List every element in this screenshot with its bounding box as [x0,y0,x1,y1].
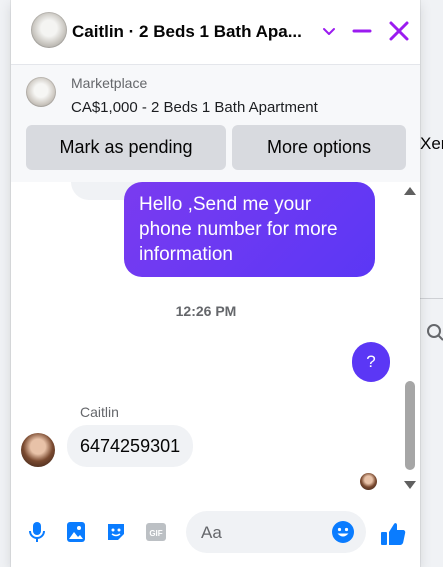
minimize-icon[interactable] [351,20,373,42]
emoji-icon[interactable] [331,520,355,544]
chat-header: Caitlin · 2 Beds 1 Bath Apa... [11,0,420,64]
outgoing-message[interactable]: Hello ,Send me your phone number for mor… [124,182,375,277]
sender-name: Caitlin [80,404,119,420]
message-input-placeholder: Aa [201,523,222,542]
sender-avatar[interactable] [21,433,55,467]
background-divider [420,298,443,299]
thumbs-up-icon[interactable] [379,520,407,548]
listing-avatar[interactable] [31,12,67,48]
marketplace-label: Marketplace [71,75,148,91]
seen-indicator-avatar [360,473,377,490]
search-icon [426,322,443,342]
photo-icon[interactable] [64,520,88,544]
microphone-icon[interactable] [25,520,49,544]
gif-icon[interactable]: GIF [144,520,168,544]
background-partial-text: Xen [420,134,443,153]
message-input[interactable]: Aa [186,511,366,553]
chevron-down-icon[interactable] [318,20,340,42]
gif-label: GIF [149,529,162,538]
message-composer: GIF Aa [11,498,420,567]
message-thread: Hello ,Send me your phone number for mor… [11,182,420,498]
incoming-message[interactable]: 6474259301 [67,425,194,467]
outgoing-message-short[interactable]: ? [352,342,390,382]
message-timestamp: 12:26 PM [175,303,237,319]
chat-window: Caitlin · 2 Beds 1 Bath Apa... Marketpla… [11,0,420,567]
scroll-up-arrow-icon[interactable] [404,187,416,195]
more-options-button[interactable]: More options [232,125,406,170]
listing-title[interactable]: CA$1,000 - 2 Beds 1 Bath Apartment [71,99,318,116]
mark-as-pending-button[interactable]: Mark as pending [26,125,226,170]
scrollbar-thumb[interactable] [405,381,415,470]
close-icon[interactable] [388,20,410,42]
scroll-down-arrow-icon[interactable] [404,481,416,489]
listing-thumbnail[interactable] [26,77,56,107]
sticker-icon[interactable] [104,520,128,544]
marketplace-card: Marketplace CA$1,000 - 2 Beds 1 Bath Apa… [11,64,420,183]
chat-title[interactable]: Caitlin · 2 Beds 1 Bath Apa... [72,22,312,42]
